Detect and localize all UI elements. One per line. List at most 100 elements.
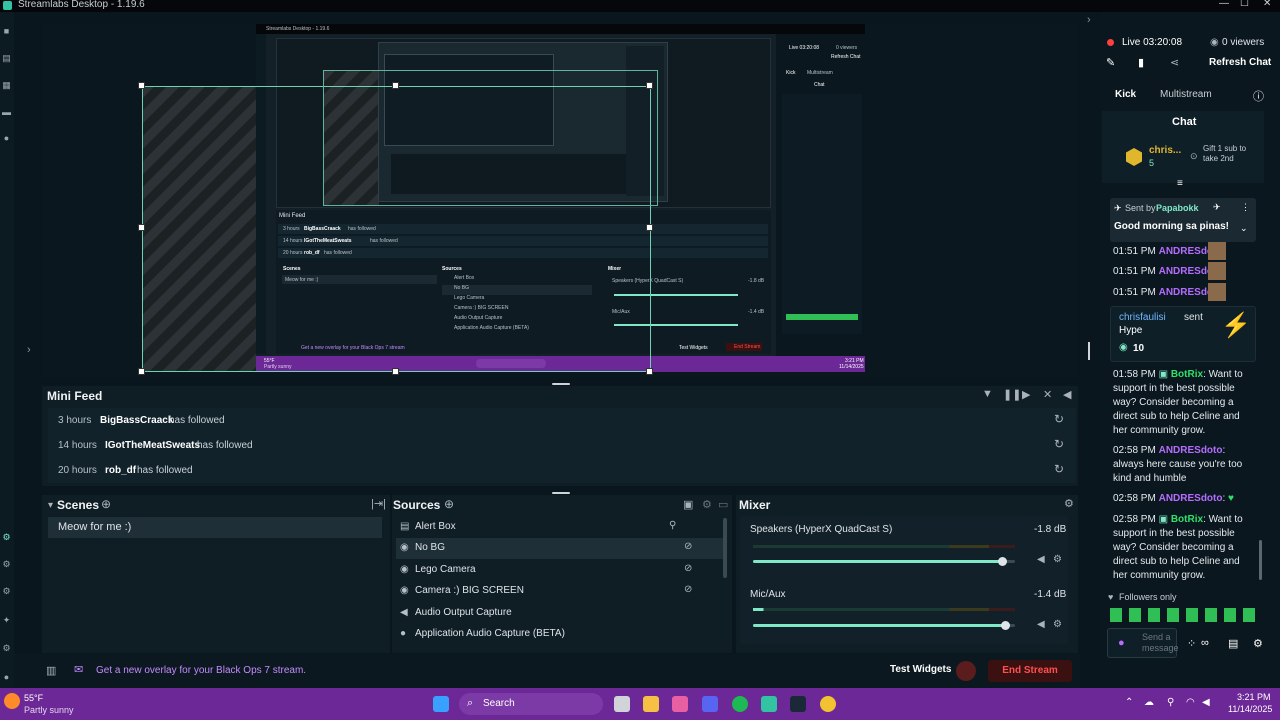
- infinity-icon[interactable]: ∞: [1201, 637, 1209, 649]
- source-row[interactable]: ● Application Audio Capture (BETA): [396, 624, 726, 645]
- resize-handle[interactable]: [646, 82, 653, 89]
- taskbar-search[interactable]: ⌕ Search: [459, 693, 603, 715]
- record-button[interactable]: [956, 661, 976, 681]
- resize-handle[interactable]: [392, 82, 399, 89]
- add-source-icon[interactable]: ⊕: [444, 497, 454, 511]
- source-row[interactable]: ▤ Alert Box ⚲: [396, 517, 726, 538]
- collapse-pinned-icon[interactable]: ≡: [1177, 178, 1183, 189]
- streamlabs-icon[interactable]: [761, 696, 777, 712]
- tray-chevron-icon[interactable]: ⌃: [1125, 697, 1133, 708]
- collapse-chat-icon[interactable]: ›: [1087, 14, 1091, 26]
- monitor-icon[interactable]: ●: [1, 133, 12, 143]
- plugins-icon[interactable]: ⚙: [1, 586, 12, 596]
- panel-splitter[interactable]: [552, 492, 570, 494]
- stats-icon[interactable]: ▥: [46, 664, 56, 677]
- dashboard-icon[interactable]: ▮: [1138, 56, 1144, 69]
- mute-alerts-icon[interactable]: ✕: [1043, 388, 1052, 401]
- chat-settings-icon[interactable]: ⚙: [1253, 637, 1263, 650]
- user-icon[interactable]: ●: [1, 672, 12, 682]
- tools-icon[interactable]: ⚙: [1, 559, 12, 569]
- video-camera-icon[interactable]: ■: [1, 26, 12, 36]
- mic-tray-icon[interactable]: ⚲: [1167, 697, 1174, 708]
- store-icon[interactable]: ▦: [1, 80, 12, 90]
- photos-icon[interactable]: [672, 696, 688, 712]
- mic-volume-slider[interactable]: [753, 621, 1015, 630]
- speakers-mute-icon[interactable]: ◀: [1037, 554, 1045, 565]
- replay-icon[interactable]: ↻: [1054, 412, 1064, 426]
- source-row[interactable]: ◉ No BG ⊘: [396, 538, 726, 559]
- resize-handle[interactable]: [138, 82, 145, 89]
- tab-kick[interactable]: Kick: [1115, 89, 1136, 100]
- refresh-chat-button[interactable]: Refresh Chat: [1209, 57, 1271, 68]
- skip-icon[interactable]: ▶: [1022, 388, 1030, 401]
- promo-link[interactable]: Get a new overlay for your Black Ops 7 s…: [96, 665, 306, 676]
- visibility-icon[interactable]: ⊘: [684, 584, 692, 595]
- scene-item[interactable]: Meow for me :): [48, 517, 382, 538]
- inner-selection-box[interactable]: [323, 70, 658, 206]
- mic-icon[interactable]: ●: [1118, 637, 1125, 649]
- source-row[interactable]: ◉ Lego Camera ⊘: [396, 560, 726, 581]
- mixer-settings-icon[interactable]: ⚙: [1064, 497, 1074, 510]
- maximize-button[interactable]: ☐: [1240, 0, 1249, 9]
- discord-icon[interactable]: [702, 696, 718, 712]
- chrome-icon[interactable]: [820, 696, 836, 712]
- message-input[interactable]: ● Send a message: [1107, 628, 1179, 658]
- slider-knob[interactable]: [998, 557, 1007, 566]
- speakers-settings-icon[interactable]: ⚙: [1053, 554, 1062, 565]
- scene-transition-icon[interactable]: |⇥|: [371, 497, 386, 510]
- emote-bar[interactable]: [1110, 608, 1256, 622]
- resize-handle[interactable]: [646, 224, 653, 231]
- visibility-icon[interactable]: ⊘: [684, 541, 692, 552]
- resize-handle[interactable]: [392, 368, 399, 375]
- sparkle-icon[interactable]: ✦: [1, 615, 12, 625]
- resize-handle[interactable]: [138, 368, 145, 375]
- folder-icon[interactable]: ▣: [683, 498, 693, 511]
- collapse-icon[interactable]: ▾: [48, 500, 53, 511]
- tab-multistream[interactable]: Multistream: [1160, 89, 1212, 100]
- mic-mute-icon[interactable]: ◀: [1037, 619, 1045, 630]
- add-scene-icon[interactable]: ⊕: [101, 497, 111, 511]
- end-stream-button[interactable]: End Stream: [988, 660, 1072, 682]
- expand-icon[interactable]: ⌄: [1240, 223, 1248, 234]
- minimize-button[interactable]: —: [1219, 0, 1229, 9]
- filter-icon[interactable]: ▼: [982, 388, 993, 400]
- slider-knob[interactable]: [1001, 621, 1010, 630]
- layout-icon[interactable]: ▤: [1, 53, 12, 63]
- chat-scrollbar[interactable]: [1259, 540, 1262, 580]
- emotes-icon[interactable]: ▤: [1228, 637, 1238, 650]
- replay-icon[interactable]: ↻: [1054, 462, 1064, 476]
- spotify-icon[interactable]: [732, 696, 748, 712]
- panel-splitter[interactable]: [552, 383, 570, 385]
- steam-icon[interactable]: [790, 696, 806, 712]
- onedrive-icon[interactable]: ☁: [1144, 697, 1154, 708]
- source-remove-icon[interactable]: ▭: [718, 498, 728, 511]
- speakers-volume-slider[interactable]: [753, 557, 1015, 566]
- themes-icon[interactable]: ▬: [1, 107, 12, 117]
- test-widgets-button[interactable]: Test Widgets: [890, 664, 951, 675]
- chat-resize-handle[interactable]: [1088, 342, 1090, 360]
- more-icon[interactable]: ⋮: [1241, 202, 1250, 213]
- edit-icon[interactable]: ✎: [1106, 56, 1115, 69]
- close-button[interactable]: ✕: [1263, 0, 1271, 9]
- task-view-icon[interactable]: [614, 696, 630, 712]
- visibility-icon[interactable]: ⊘: [684, 563, 692, 574]
- source-row[interactable]: ◉ Camera :) BIG SCREEN ⊘: [396, 581, 726, 602]
- replay-icon[interactable]: ↻: [1054, 437, 1064, 451]
- resize-handle[interactable]: [646, 368, 653, 375]
- source-row[interactable]: ◀ Audio Output Capture: [396, 603, 726, 624]
- volume-icon[interactable]: ◀: [1063, 388, 1071, 401]
- info-icon[interactable]: ⓘ: [1253, 88, 1264, 104]
- share-icon[interactable]: ⋖: [1170, 56, 1179, 69]
- wifi-icon[interactable]: ◠: [1186, 697, 1195, 708]
- windows-start-icon[interactable]: [433, 696, 449, 712]
- source-settings-icon[interactable]: ⚙: [702, 498, 712, 511]
- file-explorer-icon[interactable]: [643, 696, 659, 712]
- expand-left-icon[interactable]: ›: [27, 344, 31, 356]
- pause-icon[interactable]: ❚❚: [1003, 388, 1021, 401]
- volume-tray-icon[interactable]: ◀: [1202, 697, 1210, 708]
- settings-icon[interactable]: ⚙: [1, 643, 12, 653]
- resize-handle[interactable]: [138, 224, 145, 231]
- lock-icon[interactable]: ⚲: [669, 520, 676, 531]
- users-icon[interactable]: ⁘: [1187, 637, 1196, 650]
- sources-scrollbar[interactable]: [723, 518, 727, 578]
